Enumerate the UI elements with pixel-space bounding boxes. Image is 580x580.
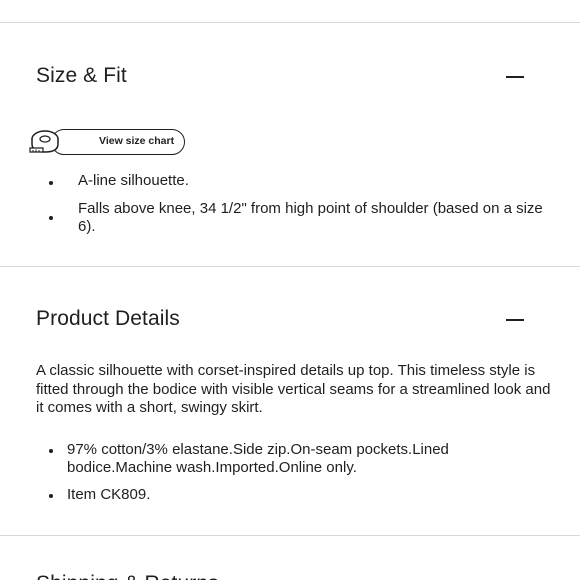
divider [0, 22, 580, 23]
view-size-chart-button[interactable]: View size chart [29, 128, 185, 156]
list-item: 97% cotton/3% elastane.Side zip.On-seam … [49, 441, 547, 477]
product-details-list: 97% cotton/3% elastane.Side zip.On-seam … [49, 441, 547, 513]
minus-icon[interactable] [506, 319, 524, 321]
list-item: Item CK809. [49, 486, 547, 504]
minus-icon[interactable] [506, 76, 524, 78]
product-description: A classic silhouette with corset-inspire… [36, 362, 551, 416]
measuring-tape-icon [29, 130, 59, 153]
section-title: Size & Fit [36, 64, 127, 87]
divider [0, 266, 580, 267]
size-fit-list: A-line silhouette. Falls above knee, 34 … [49, 172, 558, 246]
product-accordion: Size & Fit View size chart A-line silhou… [0, 0, 580, 580]
list-item: A-line silhouette. [49, 172, 558, 190]
size-chart-label: View size chart [99, 135, 175, 147]
list-item: Falls above knee, 34 1/2" from high poin… [49, 200, 558, 236]
size-fit-header[interactable]: Size & Fit [36, 59, 524, 93]
section-title: Shipping & Returns [36, 572, 219, 580]
section-title: Product Details [36, 307, 180, 330]
product-details-header[interactable]: Product Details [36, 302, 524, 336]
divider [0, 535, 580, 536]
shipping-returns-header[interactable]: Shipping & Returns [36, 567, 524, 580]
